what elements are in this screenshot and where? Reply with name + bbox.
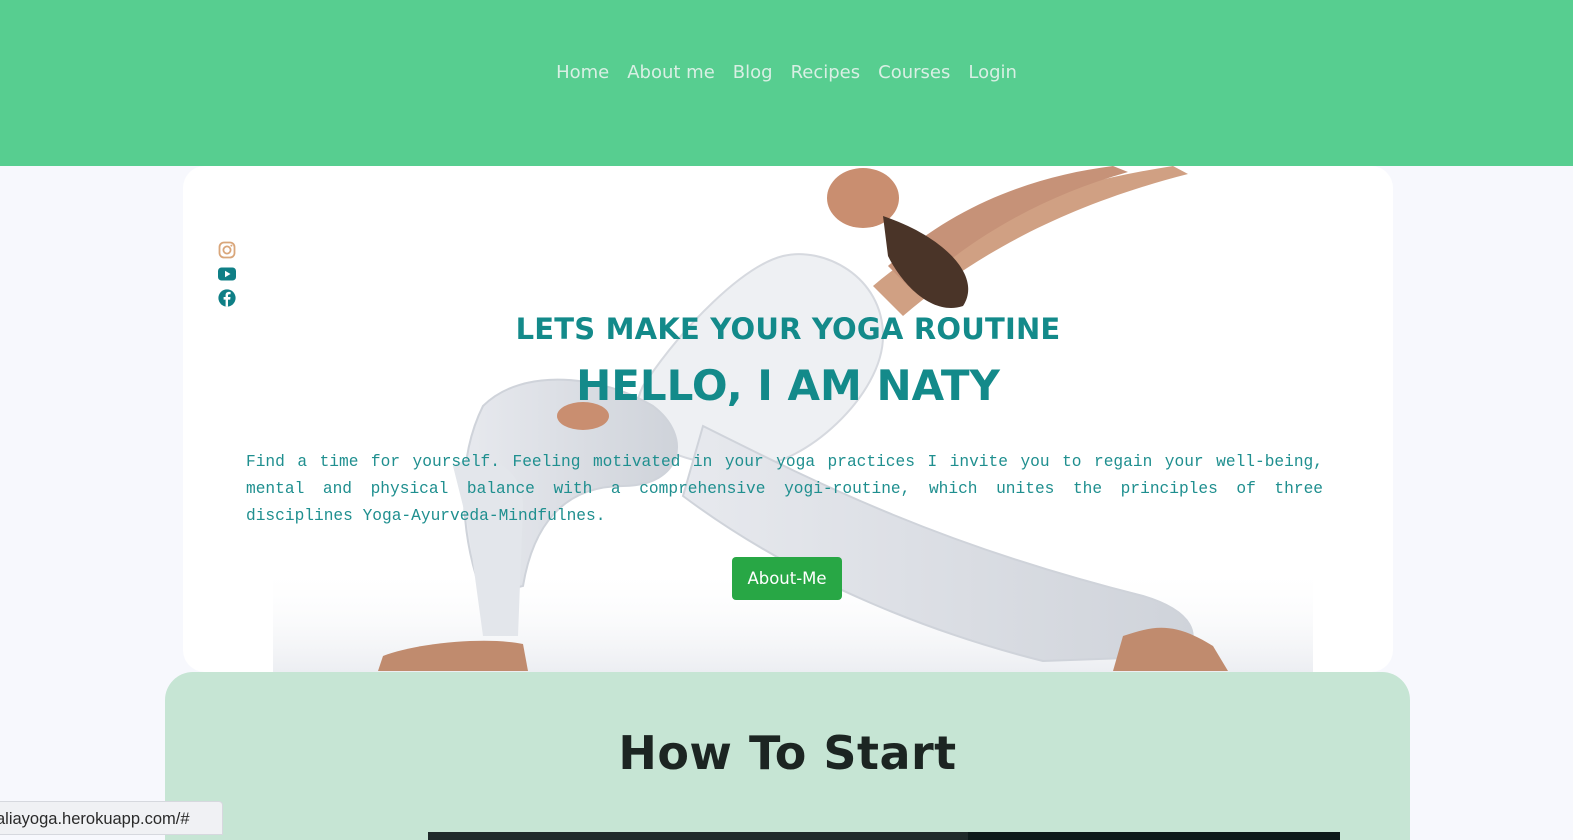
hero-title: HELLO, I AM NATY <box>576 361 1000 410</box>
instagram-link[interactable] <box>217 240 239 260</box>
hero-subtitle: LETS MAKE YOUR YOGA ROUTINE <box>515 312 1061 346</box>
video-strip-left <box>428 832 968 840</box>
main-nav: Home About me Blog Recipes Courses Login <box>0 60 1573 85</box>
hero-card: LETS MAKE YOUR YOGA ROUTINE HELLO, I AM … <box>183 166 1393 672</box>
top-navigation-bar: Home About me Blog Recipes Courses Login <box>0 0 1573 166</box>
nav-courses-link[interactable]: Courses <box>869 60 959 85</box>
nav-recipes-link[interactable]: Recipes <box>782 60 870 85</box>
youtube-link[interactable] <box>217 264 239 284</box>
browser-status-bar: aliayoga.herokuapp.com/# <box>0 801 223 835</box>
nav-about-me-link[interactable]: About me <box>618 60 724 85</box>
status-url: aliayoga.herokuapp.com/# <box>0 810 190 828</box>
facebook-link[interactable] <box>217 288 239 308</box>
page: Home About me Blog Recipes Courses Login <box>0 0 1573 840</box>
instagram-icon <box>218 241 236 259</box>
nav-blog-link[interactable]: Blog <box>724 60 782 85</box>
youtube-icon <box>218 267 236 281</box>
nav-login-link[interactable]: Login <box>959 60 1026 85</box>
video-strip-right <box>968 832 1340 840</box>
how-to-start-section: How To Start <box>165 672 1410 840</box>
nav-home-link[interactable]: Home <box>547 60 618 85</box>
how-to-start-heading: How To Start <box>618 726 957 780</box>
about-me-button[interactable]: About-Me <box>732 557 842 600</box>
facebook-icon <box>218 289 236 307</box>
social-links <box>217 240 239 312</box>
hero-intro-text: Find a time for yourself. Feeling motiva… <box>246 453 1323 525</box>
